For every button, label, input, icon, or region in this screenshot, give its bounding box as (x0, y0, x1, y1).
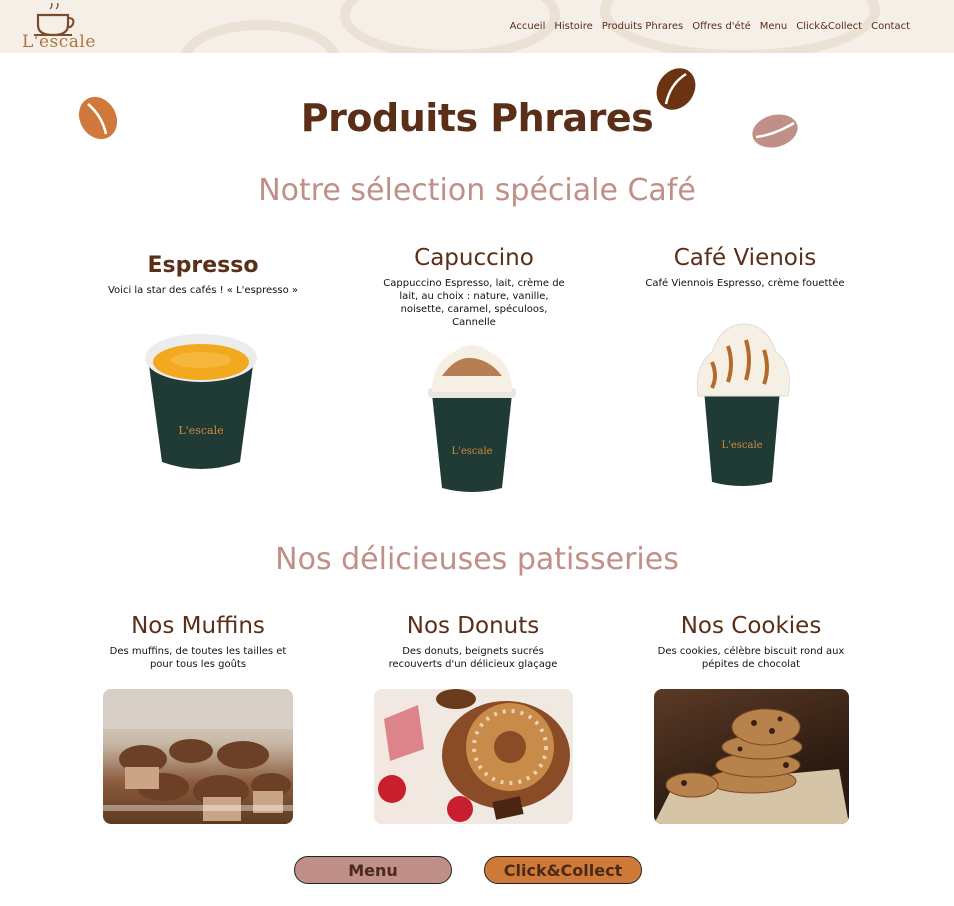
espresso-cup-image: L'escale (145, 334, 257, 469)
cafe-vienois-cup-image: L'escale (696, 323, 790, 486)
pastry-item-description: Des cookies, célèbre biscuit rond aux pé… (657, 646, 845, 670)
nav-item-accueil[interactable]: Accueil (510, 21, 546, 32)
coffee-item-espresso: Espresso Voici la star des cafés ! « L'e… (73, 253, 333, 297)
pastry-item-title: Nos Muffins (131, 613, 265, 639)
pastry-item-muffins: Nos Muffins Des muffins, de toutes les t… (68, 613, 328, 671)
nav-item-menu[interactable]: Menu (760, 21, 787, 32)
coffee-item-cafe-vienois: Café Vienois Café Viennois Espresso, crè… (615, 245, 875, 290)
pastry-section-heading: Nos délicieuses patisseries (275, 542, 679, 577)
site-header: L'escale Accueil Histoire Produits Phrar… (0, 0, 954, 53)
donuts-photo (374, 689, 573, 824)
cookies-photo (654, 689, 849, 824)
coffee-item-title: Café Vienois (673, 245, 817, 271)
nav-item-click-collect[interactable]: Click&Collect (796, 21, 862, 32)
nav-item-produits-phrares[interactable]: Produits Phrares (602, 21, 684, 32)
click-collect-button[interactable]: Click&Collect (484, 856, 642, 884)
capuccino-cup-image: L'escale (428, 345, 516, 492)
nav-item-offres-ete[interactable]: Offres d'été (692, 21, 751, 32)
cup-logo-text: L'escale (451, 446, 492, 457)
pastry-item-description: Des muffins, de toutes les tailles et po… (109, 646, 287, 670)
nav-item-contact[interactable]: Contact (871, 21, 910, 32)
pastry-item-title: Nos Cookies (680, 613, 822, 639)
coffee-item-description: Café Viennois Espresso, crème fouettée (645, 278, 845, 289)
pastry-item-cookies: Nos Cookies Des cookies, célèbre biscuit… (621, 613, 881, 671)
page-title: Produits Phrares (300, 96, 654, 140)
cup-logo-text: L'escale (721, 440, 762, 451)
muffins-photo (103, 689, 293, 824)
coffee-item-capuccino: Capuccino Cappuccino Espresso, lait, crè… (344, 245, 604, 329)
main-nav: Accueil Histoire Produits Phrares Offres… (510, 21, 910, 32)
coffee-item-title: Espresso (147, 253, 259, 278)
coffee-section-heading: Notre sélection spéciale Café (258, 173, 696, 208)
coffee-item-description: Voici la star des cafés ! « L'espresso » (107, 285, 299, 296)
coffee-item-description: Cappuccino Espresso, lait, crème de lait… (383, 278, 565, 328)
pastry-item-donuts: Nos Donuts Des donuts, beignets sucrés r… (343, 613, 603, 671)
brand-logo-text[interactable]: L'escale (22, 32, 96, 52)
pastry-item-description: Des donuts, beignets sucrés recouverts d… (388, 646, 558, 670)
coffee-item-title: Capuccino (414, 245, 534, 271)
coffee-stain-decoration (180, 20, 340, 53)
cup-logo-text: L'escale (178, 424, 223, 437)
nav-item-histoire[interactable]: Histoire (554, 21, 592, 32)
pastry-item-title: Nos Donuts (406, 613, 540, 639)
menu-button[interactable]: Menu (294, 856, 452, 884)
